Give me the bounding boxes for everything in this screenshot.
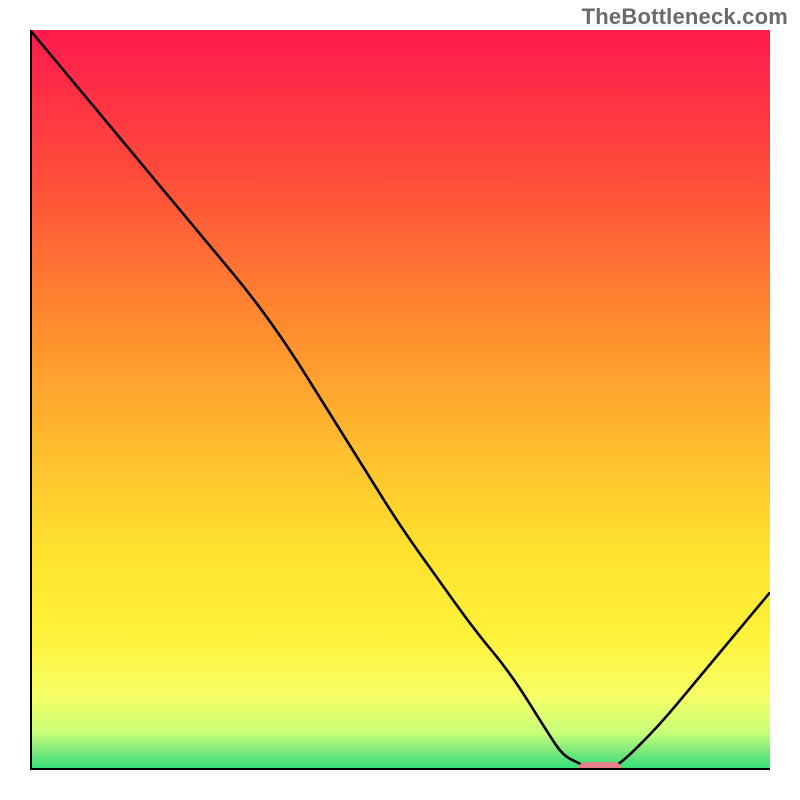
attribution-text: TheBottleneck.com bbox=[582, 4, 788, 30]
chart-svg bbox=[30, 30, 770, 770]
plot-background bbox=[30, 30, 770, 770]
bottleneck-chart bbox=[30, 30, 770, 770]
